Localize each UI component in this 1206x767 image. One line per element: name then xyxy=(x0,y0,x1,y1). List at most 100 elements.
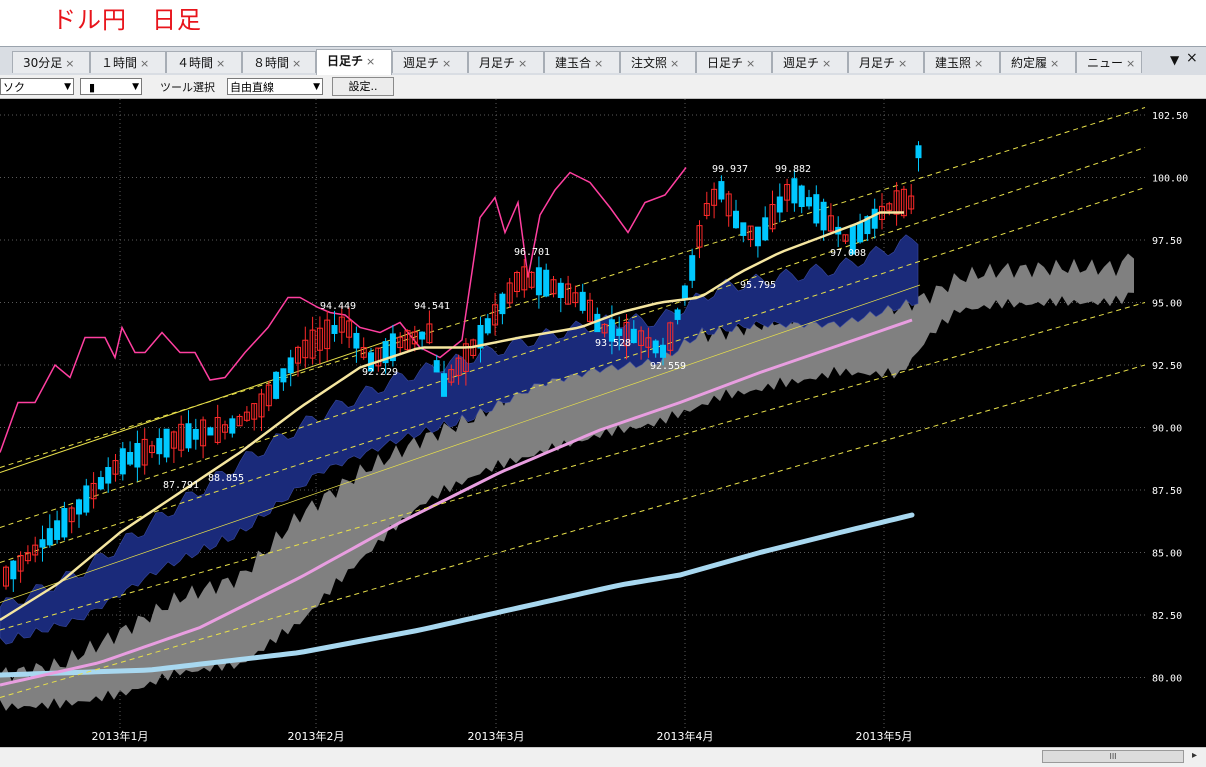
x-axis-month-label: 2013年5月 xyxy=(856,729,913,743)
candle xyxy=(733,199,739,229)
candle xyxy=(784,178,791,212)
price-value-label: 87.791 xyxy=(163,480,199,491)
tab-label: １時間 xyxy=(101,56,138,70)
candle xyxy=(243,406,250,422)
tab-label: ８時間 xyxy=(253,56,290,70)
tab-close-icon[interactable]: × xyxy=(292,57,301,70)
x-axis-month-label: 2013年3月 xyxy=(468,729,525,743)
tab-close-icon[interactable]: × xyxy=(140,57,149,70)
candle xyxy=(258,388,265,431)
tab-list-menu-icon[interactable]: ▼ xyxy=(1170,53,1179,67)
tab-8[interactable]: 建玉合 × xyxy=(544,51,620,73)
tab-close-icon[interactable]: × xyxy=(974,57,983,70)
candle xyxy=(696,220,703,259)
tab-13[interactable]: 建玉照 × xyxy=(924,51,1000,73)
window-close-icon[interactable]: × xyxy=(1186,50,1198,66)
tab-7[interactable]: 月足チ × xyxy=(468,51,544,73)
tab-4[interactable]: ８時間 × xyxy=(242,51,316,73)
chart-area[interactable]: 94.449 94.541 96.701 99.937 99.882 92.229 93.5… xyxy=(0,99,1206,747)
candle xyxy=(273,371,280,400)
candle xyxy=(236,413,243,427)
candle xyxy=(806,189,812,210)
tab-6[interactable]: 週足チ × xyxy=(392,51,468,73)
candle xyxy=(200,416,207,459)
tab-close-icon[interactable]: × xyxy=(366,55,375,68)
candlestick-chart[interactable]: 94.449 94.541 96.701 99.937 99.882 92.229 93.5… xyxy=(0,99,1206,747)
candle xyxy=(207,426,214,436)
candle xyxy=(251,403,258,431)
candle xyxy=(470,338,477,359)
tab-label: 30分足 xyxy=(23,56,63,70)
candle xyxy=(762,206,769,242)
price-value-label: 92.229 xyxy=(362,367,398,378)
candle xyxy=(185,410,192,452)
tab-close-icon[interactable]: × xyxy=(822,57,831,70)
x-axis-month-label: 2013年4月 xyxy=(657,729,714,743)
candle xyxy=(309,316,316,365)
candle xyxy=(163,428,170,463)
tab-close-icon[interactable]: × xyxy=(1126,57,1135,70)
candle xyxy=(46,514,53,548)
candle xyxy=(24,545,31,565)
candle xyxy=(813,185,820,227)
candle xyxy=(499,292,506,325)
chevron-down-icon: ▼ xyxy=(132,82,139,92)
drawing-tool-select[interactable]: 自由直線 ▼ xyxy=(227,78,323,95)
scrollbar-thumb[interactable]: III xyxy=(1042,750,1184,763)
candle xyxy=(776,183,783,223)
tab-close-icon[interactable]: × xyxy=(65,57,74,70)
tab-close-icon[interactable]: × xyxy=(442,57,451,70)
horizontal-scrollbar[interactable]: III ▸ xyxy=(0,747,1206,767)
candle xyxy=(514,270,520,298)
candle xyxy=(703,191,710,220)
candle xyxy=(557,278,564,313)
symbol-value: ▮ xyxy=(89,81,96,94)
candle xyxy=(689,248,696,289)
tab-label: 日足チ xyxy=(327,54,364,68)
price-value-label: 97.008 xyxy=(830,248,866,259)
candle xyxy=(119,442,126,481)
tab-close-icon[interactable]: × xyxy=(898,57,907,70)
candle xyxy=(871,198,878,239)
tab-9[interactable]: 注文照 × xyxy=(620,51,696,73)
tab-12[interactable]: 月足チ × xyxy=(848,51,924,73)
tab-3[interactable]: ４時間 × xyxy=(166,51,242,73)
tab-5[interactable]: 日足チ × xyxy=(316,49,392,75)
tab-label: 日足チ xyxy=(707,56,744,70)
candle xyxy=(280,368,287,391)
candle xyxy=(61,501,68,541)
tab-label: 週足チ xyxy=(783,56,820,70)
tab-1[interactable]: 30分足 × xyxy=(12,51,90,73)
tab-label: 建玉照 xyxy=(935,56,972,70)
candle xyxy=(441,360,447,397)
tab-label: 月足チ xyxy=(859,56,896,70)
tab-close-icon[interactable]: × xyxy=(216,57,225,70)
candle xyxy=(156,428,163,465)
tab-label: 週足チ xyxy=(403,56,440,70)
tab-close-icon[interactable]: × xyxy=(1050,57,1059,70)
tab-close-icon[interactable]: × xyxy=(594,57,603,70)
tab-10[interactable]: 日足チ × xyxy=(696,51,772,73)
price-value-label: 99.937 xyxy=(712,164,748,175)
settings-button[interactable]: 設定.. xyxy=(332,77,394,96)
tab-14[interactable]: 約定履 × xyxy=(1000,51,1076,73)
price-value-label: 92.559 xyxy=(650,361,686,372)
tab-label: 約定履 xyxy=(1011,56,1048,70)
candle xyxy=(178,415,185,458)
tab-11[interactable]: 週足チ × xyxy=(772,51,848,73)
tab-close-icon[interactable]: × xyxy=(746,57,755,70)
candle xyxy=(105,457,112,493)
candle xyxy=(127,441,134,467)
candle xyxy=(550,276,557,298)
y-axis-tick-label: 85.00 xyxy=(1152,549,1182,560)
chart-type-select[interactable]: ソク ▼ xyxy=(0,78,74,95)
tab-close-icon[interactable]: × xyxy=(518,57,527,70)
scroll-right-icon[interactable]: ▸ xyxy=(1192,750,1197,761)
tab-2[interactable]: １時間 × xyxy=(90,51,166,73)
tab-15[interactable]: ニュー × xyxy=(1076,51,1142,73)
tab-label: 月足チ xyxy=(479,56,516,70)
candle xyxy=(404,329,411,353)
tab-close-icon[interactable]: × xyxy=(670,57,679,70)
symbol-select[interactable]: ▮ ▼ xyxy=(80,78,142,95)
candle xyxy=(134,430,141,482)
